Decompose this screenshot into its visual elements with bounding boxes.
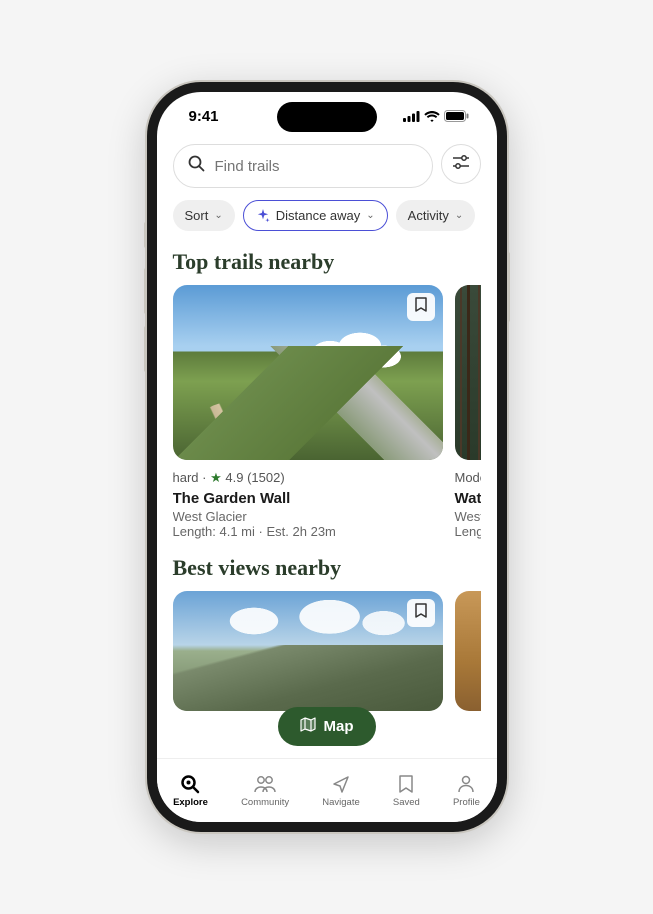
trail-location: West Glacier [173,509,443,524]
map-icon [300,717,316,736]
trail-card-image [455,591,481,711]
bookmark-icon [415,603,427,623]
phone-side-buttons-right [507,252,510,322]
tab-bar: Explore Community Navigate Saved [157,758,497,822]
search-input[interactable] [215,158,418,175]
dynamic-island [277,102,377,132]
tab-label: Saved [393,797,420,808]
trail-card[interactable] [173,591,443,711]
trail-card-image [455,285,481,460]
cellular-signal-icon [403,111,420,122]
trail-difficulty: hard [173,470,199,485]
best-views-carousel[interactable] [173,591,481,711]
screen: 9:41 [157,92,497,822]
trail-card-image [173,591,443,711]
saved-icon [395,773,417,795]
chevron-down-icon: ⌄ [214,210,222,221]
tab-label: Explore [173,797,208,808]
trail-card[interactable] [455,591,481,711]
navigate-icon [330,773,352,795]
tab-community[interactable]: Community [241,773,289,808]
trail-length: Lengt [455,524,481,539]
trail-card-image [173,285,443,460]
chip-label: Sort [185,208,209,223]
tab-explore[interactable]: Explore [173,773,208,808]
section-title-best-views: Best views nearby [173,555,481,581]
tab-label: Community [241,797,289,808]
sliders-icon [453,155,469,174]
wifi-icon [424,111,440,122]
search-icon [188,155,205,177]
explore-icon [179,773,201,795]
tab-label: Navigate [322,797,360,808]
trail-card[interactable]: hard · ★ 4.9 (1502) The Garden Wall West… [173,285,443,539]
star-icon: ★ [210,470,222,485]
top-trails-carousel[interactable]: hard · ★ 4.9 (1502) The Garden Wall West… [173,285,481,539]
map-button[interactable]: Map [278,707,376,746]
trail-rating: 4.9 [225,470,243,485]
phone-side-buttons-left [144,222,147,384]
sparkle-icon [256,209,270,223]
chevron-down-icon: ⌄ [366,210,374,221]
map-button-label: Map [324,718,354,735]
status-time: 9:41 [189,108,219,125]
tab-navigate[interactable]: Navigate [322,773,360,808]
main-content: Sort ⌄ Distance away ⌄ Activity ⌄ Top tr… [157,140,497,758]
bookmark-icon [415,297,427,317]
profile-icon [455,773,477,795]
section-title-top-trails: Top trails nearby [173,249,481,275]
chip-activity[interactable]: Activity ⌄ [396,200,476,231]
trail-stats: Length: 4.1 mi · Est. 2h 23m [173,524,443,539]
search-input-container[interactable] [173,144,433,188]
filter-chips-row: Sort ⌄ Distance away ⌄ Activity ⌄ [173,200,481,231]
community-icon [254,773,276,795]
chevron-down-icon: ⌄ [455,210,463,221]
tab-profile[interactable]: Profile [453,773,480,808]
bookmark-button[interactable] [407,599,435,627]
trail-title: The Garden Wall [173,490,443,507]
trail-reviews: (1502) [247,470,285,485]
trail-title: Wate [455,490,481,507]
filter-button[interactable] [441,144,481,184]
tab-saved[interactable]: Saved [393,773,420,808]
chip-label: Distance away [276,208,361,223]
tab-label: Profile [453,797,480,808]
trail-difficulty: Mode [455,468,481,488]
chip-label: Activity [408,208,449,223]
chip-distance-away[interactable]: Distance away ⌄ [243,200,388,231]
bookmark-button[interactable] [407,293,435,321]
chip-sort[interactable]: Sort ⌄ [173,200,235,231]
battery-icon [444,110,469,122]
trail-location: West [455,509,481,524]
phone-frame: 9:41 [147,82,507,832]
trail-card[interactable]: Mode Wate West Lengt [455,285,481,539]
trail-card-meta: hard · ★ 4.9 (1502) [173,468,443,488]
